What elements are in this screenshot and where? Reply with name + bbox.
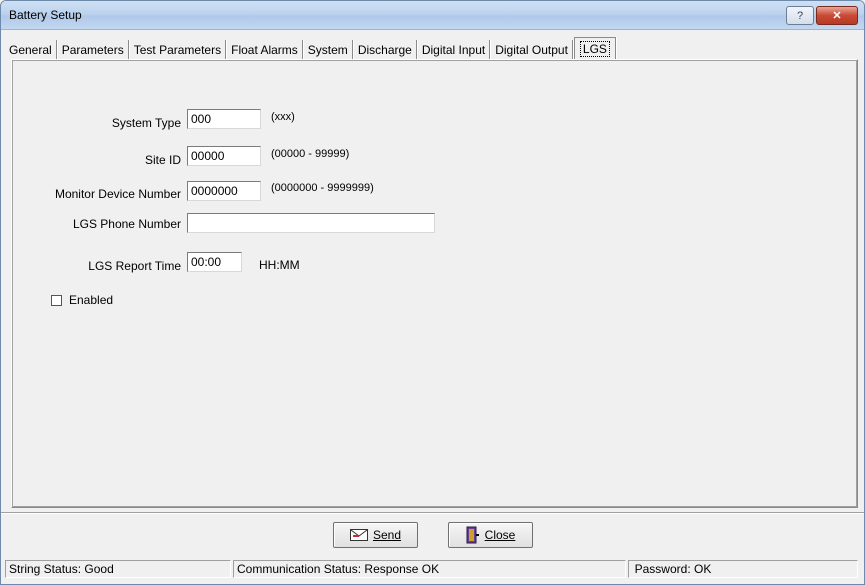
close-button[interactable]: Close (448, 522, 533, 548)
close-icon: ✕ (832, 10, 842, 22)
help-icon: ? (796, 9, 804, 22)
tab-label: Test Parameters (133, 42, 222, 57)
tab-label: Parameters (61, 42, 124, 57)
window-title: Battery Setup (9, 8, 82, 22)
tab-parameters[interactable]: Parameters (58, 40, 129, 59)
communication-status-cell: Communication Status: Response OK (233, 560, 626, 578)
tab-float-alarms[interactable]: Float Alarms (227, 40, 303, 59)
monitor-device-hint: (0000000 - 9999999) (271, 182, 374, 194)
communication-status-value: Response OK (364, 562, 440, 576)
door-exit-icon (466, 526, 480, 544)
lgs-report-time-hint: HH:MM (259, 258, 300, 272)
tab-label: Digital Input (421, 42, 486, 57)
string-status-value: Good (84, 562, 114, 576)
lgs-report-time-label: LGS Report Time (88, 259, 181, 273)
help-button[interactable]: ? (786, 6, 814, 25)
lgs-report-time-input[interactable] (187, 252, 242, 272)
battery-setup-window: Battery Setup ? ✕ General Parameters Tes… (0, 0, 865, 585)
site-id-hint: (00000 - 99999) (271, 148, 350, 160)
status-bar: String Status: Good Communication Status… (5, 560, 862, 580)
password-value: OK (694, 562, 712, 576)
send-label: Send (372, 528, 402, 542)
monitor-device-label: Monitor Device Number (54, 187, 181, 201)
tab-lgs[interactable]: LGS (573, 37, 616, 59)
site-id-label: Site ID (144, 153, 181, 167)
window-close-button[interactable]: ✕ (816, 6, 858, 25)
send-button[interactable]: Send (333, 522, 418, 548)
lgs-phone-label: LGS Phone Number (72, 217, 181, 231)
lgs-phone-input[interactable] (187, 213, 435, 233)
password-cell: Password: OK (628, 560, 858, 578)
system-type-hint: (xxx) (271, 111, 295, 123)
enabled-label: Enabled (69, 293, 114, 307)
tab-strip: General Parameters Test Parameters Float… (5, 37, 617, 59)
envelope-icon (349, 529, 368, 541)
tab-test-parameters[interactable]: Test Parameters (130, 40, 227, 59)
system-type-input[interactable] (187, 109, 261, 129)
tab-label: System (307, 42, 348, 57)
button-separator (1, 512, 864, 514)
tab-label: LGS (579, 40, 610, 57)
enabled-checkbox[interactable] (51, 295, 62, 306)
string-status-cell: String Status: Good (5, 560, 231, 578)
tab-system[interactable]: System (304, 40, 353, 59)
close-label: Close (484, 528, 516, 542)
system-type-label: System Type (111, 116, 181, 130)
monitor-device-input[interactable] (187, 181, 261, 201)
title-bar[interactable]: Battery Setup ? ✕ (1, 1, 864, 30)
tab-label: Discharge (357, 42, 412, 57)
password-label: Password: (634, 562, 691, 576)
tab-discharge[interactable]: Discharge (354, 40, 417, 59)
tab-label: Digital Output (495, 42, 568, 57)
tab-general[interactable]: General (5, 40, 57, 59)
tab-digital-output[interactable]: Digital Output (491, 40, 573, 59)
tab-digital-input[interactable]: Digital Input (418, 40, 491, 59)
site-id-input[interactable] (187, 146, 261, 166)
tab-label: Float Alarms (231, 42, 298, 57)
tab-label: General (9, 42, 52, 57)
communication-status-label: Communication Status: (237, 562, 362, 576)
string-status-label: String Status: (9, 562, 82, 576)
